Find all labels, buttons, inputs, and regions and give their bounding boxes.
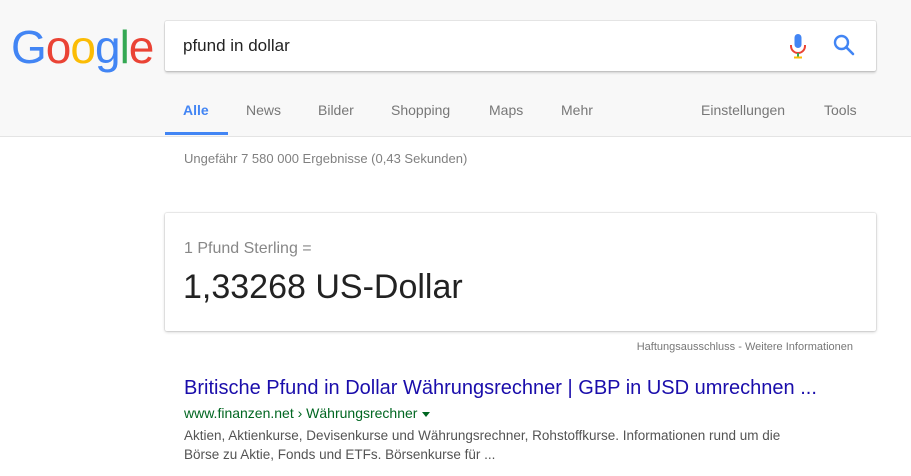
result-snippet: Aktien, Aktienkurse, Devisenkurse und Wä…: [184, 426, 864, 464]
logo-letter: G: [11, 21, 47, 73]
tab-maps[interactable]: Maps: [489, 102, 523, 118]
microphone-icon[interactable]: [787, 33, 809, 61]
google-logo[interactable]: G o o g l e: [11, 21, 155, 73]
logo-letter: o: [70, 21, 96, 73]
search-icon[interactable]: [832, 33, 856, 57]
result-title-link[interactable]: Britische Pfund in Dollar Währungsrechne…: [184, 377, 817, 400]
active-tab-indicator: [165, 132, 228, 135]
dropdown-caret-icon[interactable]: [422, 411, 431, 417]
tab-images[interactable]: Bilder: [318, 102, 354, 118]
tab-shopping[interactable]: Shopping: [391, 102, 450, 118]
tab-tools[interactable]: Tools: [824, 102, 857, 118]
tab-more[interactable]: Mehr: [561, 102, 593, 118]
converter-result: 1,33268 US-Dollar: [183, 268, 463, 306]
disclaimer-separator: -: [735, 341, 745, 353]
snippet-line: Aktien, Aktienkurse, Devisenkurse und Wä…: [184, 428, 781, 443]
currency-converter-card: 1 Pfund Sterling = 1,33268 US-Dollar: [165, 213, 876, 331]
disclaimer-links: Haftungsausschluss - Weitere Information…: [480, 341, 853, 353]
result-url: www.finanzen.net › Währungsrechner: [184, 405, 431, 421]
result-url-text: www.finanzen.net › Währungsrechner: [184, 405, 418, 421]
logo-letter: g: [94, 21, 121, 73]
tab-settings[interactable]: Einstellungen: [701, 102, 785, 118]
tab-all[interactable]: Alle: [183, 102, 209, 118]
disclaimer-link[interactable]: Haftungsausschluss: [637, 341, 735, 353]
snippet-line: Börse zu Aktie, Fonds und ETFs. Börsenku…: [184, 447, 496, 462]
logo-letter: l: [119, 21, 130, 73]
header-bar: G o o g l e Alle News Bilder Shopping Ma…: [0, 0, 911, 137]
converter-from-amount: 1 Pfund Sterling =: [184, 240, 312, 257]
result-stats: Ungefähr 7 580 000 Ergebnisse (0,43 Seku…: [184, 151, 468, 166]
logo-letter: e: [128, 21, 155, 73]
search-input[interactable]: [183, 33, 763, 59]
more-info-link[interactable]: Weitere Informationen: [745, 341, 853, 353]
tab-news[interactable]: News: [246, 102, 281, 118]
search-box[interactable]: [165, 21, 876, 71]
logo-letter: o: [45, 21, 72, 73]
